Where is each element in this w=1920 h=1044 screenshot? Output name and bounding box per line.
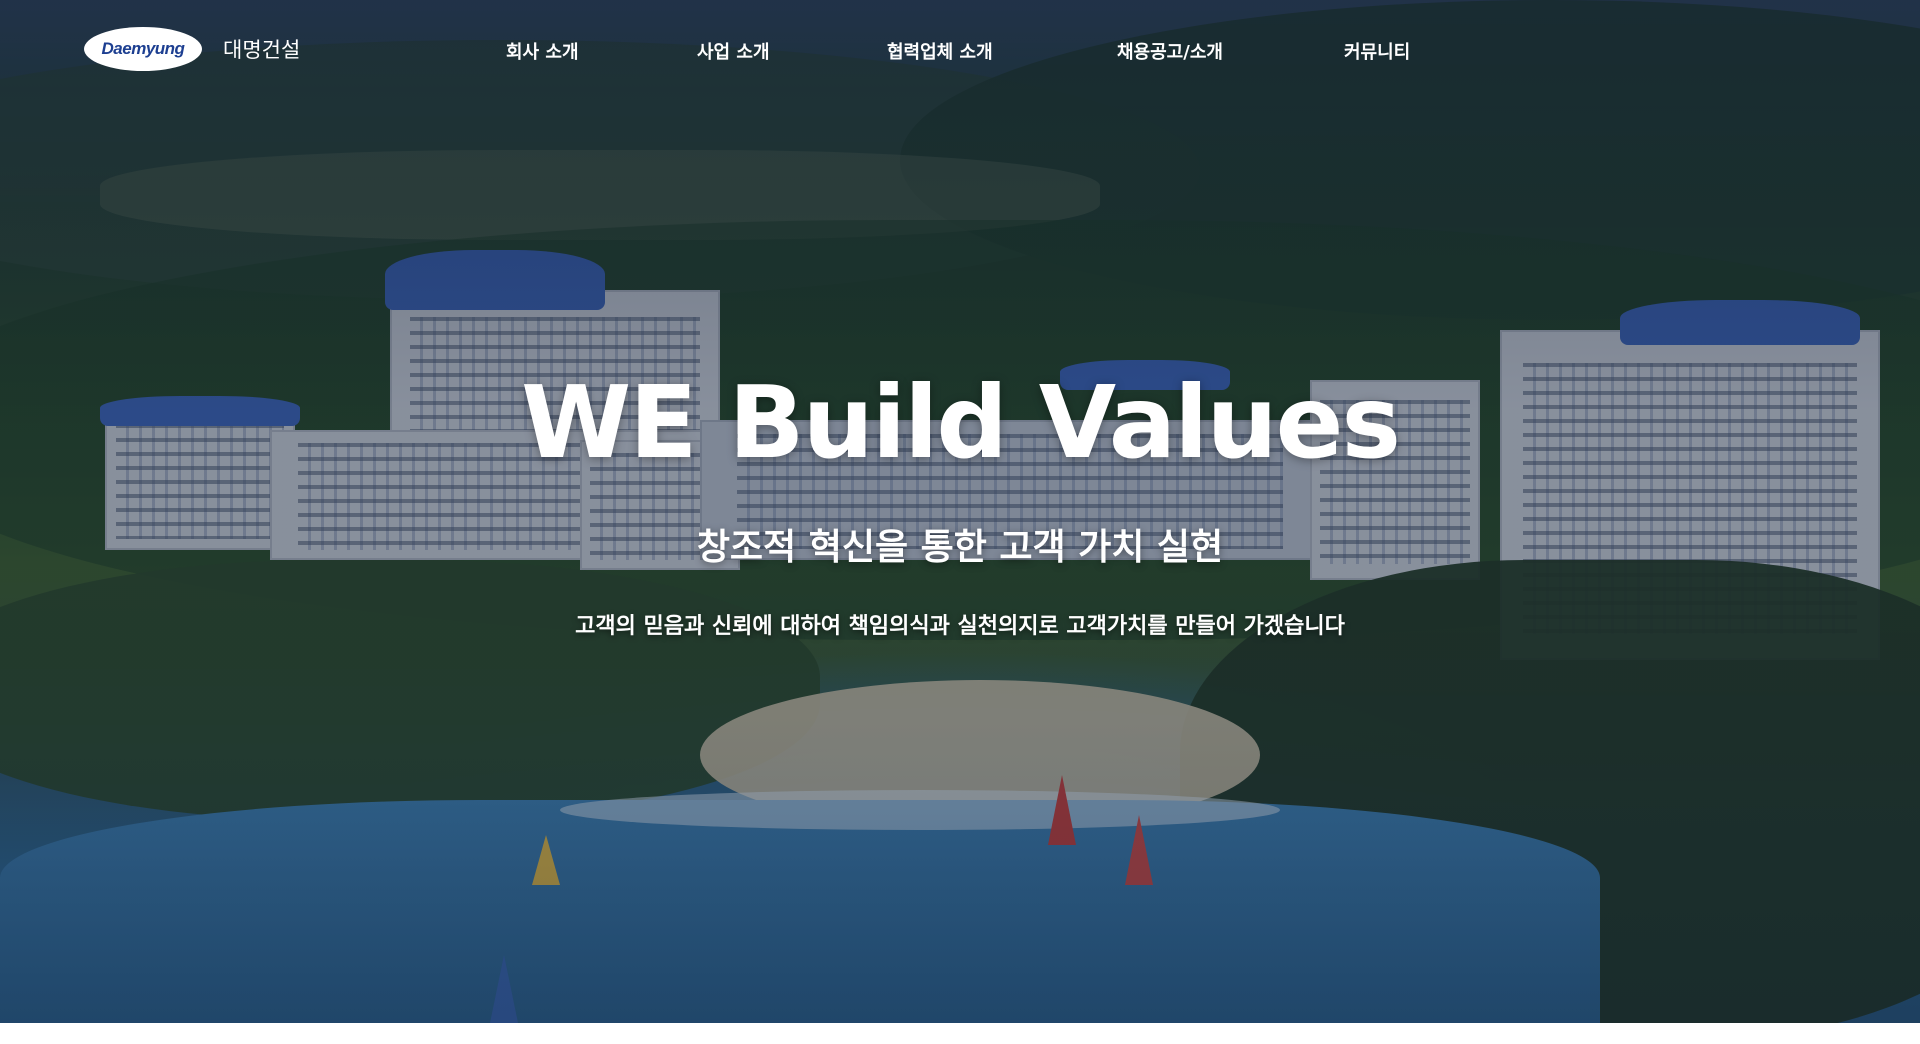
nav-item-business[interactable]: 사업 소개: [697, 38, 770, 64]
nav-item-partners[interactable]: 협력업체 소개: [887, 38, 993, 64]
dark-overlay: [0, 0, 1920, 1023]
hero-headline: WE Build Values: [520, 364, 1401, 481]
company-name[interactable]: 대명건설: [223, 34, 300, 64]
hero-subheadline: 창조적 혁신을 통한 고객 가치 실현: [696, 527, 1224, 568]
nav-item-recruit[interactable]: 채용공고/소개: [1117, 38, 1223, 64]
page-bottom-edge: [0, 1023, 1920, 1044]
hero-background-image: [0, 0, 1920, 1023]
nav-item-company[interactable]: 회사 소개: [506, 38, 579, 64]
nav-item-community[interactable]: 커뮤니티: [1344, 38, 1410, 64]
logo-text: Daemyung: [101, 39, 185, 58]
hero-tagline: 고객의 믿음과 신뢰에 대하여 책임의식과 실천의지로 고객가치를 만들어 가겠…: [575, 614, 1345, 639]
company-logo[interactable]: Daemyung: [84, 27, 202, 71]
site-header: Daemyung 대명건설 회사 소개 사업 소개 협력업체 소개 채용공고/소…: [0, 0, 1920, 100]
